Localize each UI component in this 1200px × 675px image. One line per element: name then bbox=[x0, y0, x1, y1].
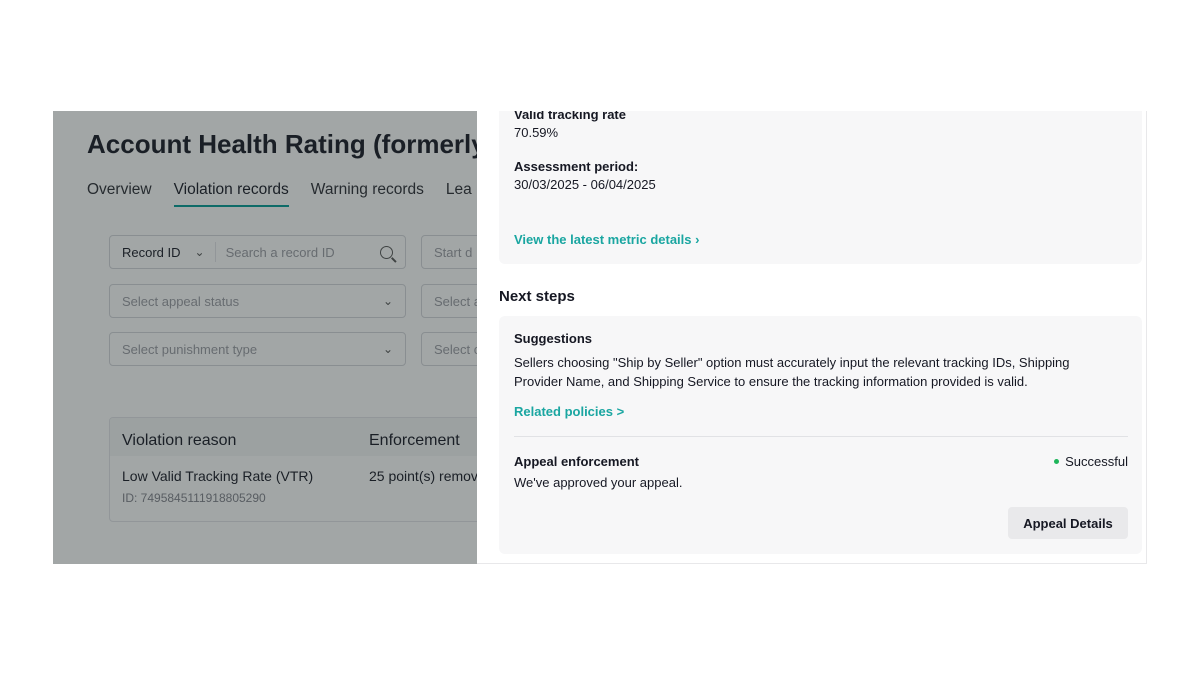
metric-label: Valid tracking rate bbox=[514, 111, 626, 122]
suggestions-label: Suggestions bbox=[514, 331, 593, 346]
view-metric-details-link[interactable]: View the latest metric details › bbox=[514, 232, 699, 247]
success-dot-icon bbox=[1054, 459, 1060, 464]
next-steps-heading: Next steps bbox=[499, 288, 575, 305]
modal-overlay[interactable] bbox=[53, 111, 477, 564]
next-steps-card: Suggestions Sellers choosing "Ship by Se… bbox=[499, 316, 1142, 554]
details-panel: Valid tracking rate 70.59% Assessment pe… bbox=[477, 111, 1147, 564]
screen: Account Health Rating (formerly Overview… bbox=[0, 0, 1200, 675]
metric-value: 70.59% bbox=[514, 125, 559, 140]
background-page: Account Health Rating (formerly Overview… bbox=[53, 111, 477, 564]
divider bbox=[514, 436, 1128, 437]
related-policies-link[interactable]: Related policies > bbox=[514, 404, 624, 419]
status-badge: Successful bbox=[1054, 454, 1128, 469]
appeal-details-button[interactable]: Appeal Details bbox=[1008, 507, 1128, 539]
metric-card: Valid tracking rate 70.59% Assessment pe… bbox=[499, 111, 1142, 264]
assessment-period-value: 30/03/2025 - 06/04/2025 bbox=[514, 177, 656, 192]
assessment-period-label: Assessment period: bbox=[514, 159, 639, 174]
appeal-message: We've approved your appeal. bbox=[514, 475, 683, 490]
suggestions-text: Sellers choosing "Ship by Seller" option… bbox=[514, 355, 1070, 389]
appeal-enforcement-label: Appeal enforcement bbox=[514, 454, 639, 469]
status-text: Successful bbox=[1065, 454, 1128, 469]
